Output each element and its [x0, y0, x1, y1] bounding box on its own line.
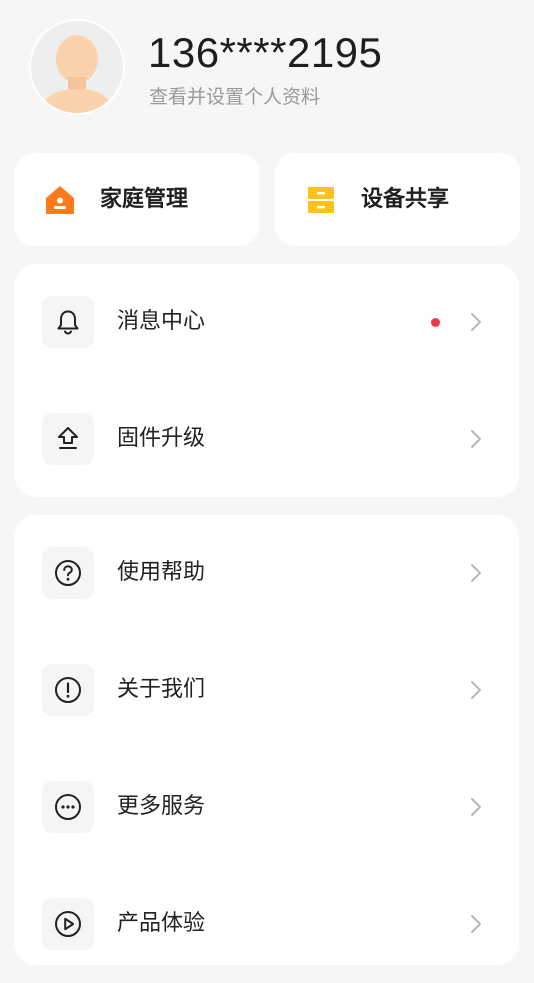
menu-group-general: 使用帮助 关于我们 更多服务 产品体验	[14, 515, 519, 965]
unread-badge	[431, 318, 440, 327]
menu-group-notifications: 消息中心 固件升级	[14, 264, 519, 497]
question-circle-icon	[55, 560, 81, 586]
info-exclamation-icon	[55, 677, 81, 703]
bell-icon	[57, 310, 79, 335]
chevron-right-icon	[471, 681, 481, 699]
menu-icon-box	[42, 547, 94, 599]
home-icon	[46, 186, 74, 214]
family-management-card[interactable]: 家庭管理	[14, 153, 259, 246]
menu-icon-box	[42, 664, 94, 716]
menu-item-message-center[interactable]: 消息中心	[14, 264, 519, 381]
device-share-card[interactable]: 设备共享	[275, 153, 520, 246]
menu-icon-box	[42, 413, 94, 465]
chevron-right-icon	[471, 313, 481, 331]
chevron-right-icon	[471, 430, 481, 448]
menu-item-label: 使用帮助	[117, 560, 206, 585]
menu-icon-box	[42, 781, 94, 833]
avatar-person-icon	[31, 21, 123, 113]
menu-item-label: 固件升级	[117, 426, 206, 451]
more-dots-icon	[55, 794, 81, 820]
menu-icon-box	[42, 296, 94, 348]
device-share-label: 设备共享	[361, 187, 450, 212]
avatar[interactable]	[29, 19, 125, 115]
menu-item-about-us[interactable]: 关于我们	[14, 632, 519, 749]
menu-item-product-experience[interactable]: 产品体验	[14, 866, 519, 983]
device-share-icon	[308, 187, 334, 213]
menu-item-firmware-upgrade[interactable]: 固件升级	[14, 381, 519, 498]
chevron-right-icon	[471, 564, 481, 582]
play-circle-icon	[55, 911, 81, 937]
profile-subtitle[interactable]: 查看并设置个人资料	[149, 84, 320, 110]
menu-item-help[interactable]: 使用帮助	[14, 515, 519, 632]
profile-header[interactable]: 136****2195 查看并设置个人资料	[0, 0, 534, 140]
phone-number: 136****2195	[148, 29, 383, 76]
menu-icon-box	[42, 898, 94, 950]
menu-item-label: 关于我们	[117, 677, 206, 702]
chevron-right-icon	[471, 798, 481, 816]
menu-item-label: 产品体验	[117, 911, 206, 936]
family-management-label: 家庭管理	[100, 187, 189, 212]
upgrade-arrow-icon	[58, 427, 78, 449]
chevron-right-icon	[471, 915, 481, 933]
menu-item-more-services[interactable]: 更多服务	[14, 749, 519, 866]
menu-item-label: 消息中心	[117, 309, 206, 334]
menu-item-label: 更多服务	[117, 794, 206, 819]
